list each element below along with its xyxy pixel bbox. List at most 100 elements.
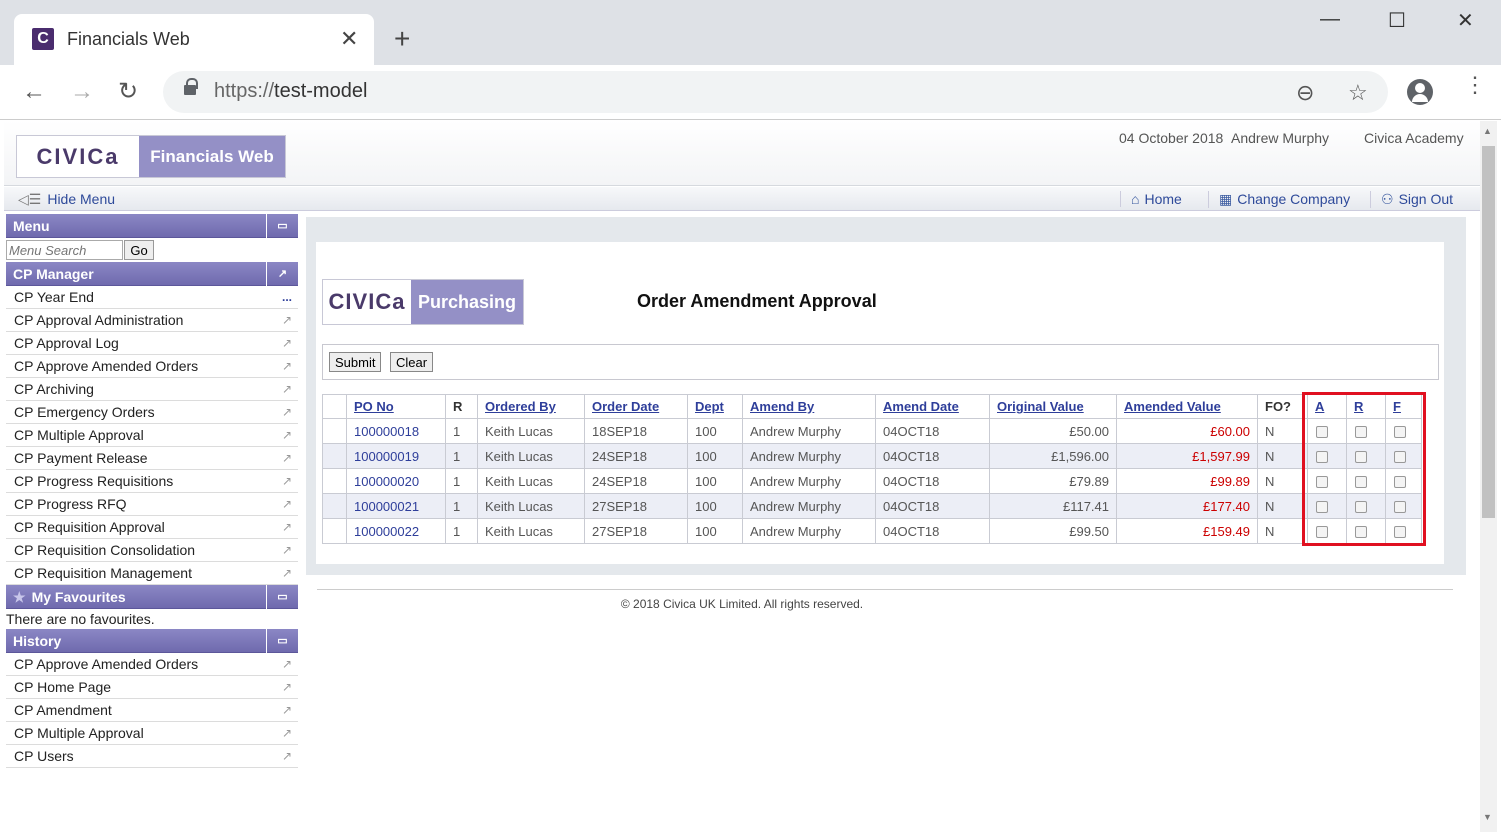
open-external-icon[interactable]: ↗ <box>282 699 292 721</box>
forward-checkbox[interactable] <box>1394 501 1406 514</box>
home-link[interactable]: ⌂ Home <box>1120 191 1182 207</box>
url-text[interactable]: https://test-model <box>214 80 367 103</box>
open-external-icon[interactable]: ↗ <box>282 539 292 561</box>
approve-checkbox[interactable] <box>1316 426 1328 439</box>
col-approve[interactable]: A <box>1307 394 1347 419</box>
cp-manager-header[interactable]: CP Manager ↗ <box>6 262 298 286</box>
open-external-icon[interactable]: ↗ <box>282 424 292 446</box>
history-item-cp-users[interactable]: CP Users ↗ <box>6 745 298 768</box>
approve-checkbox[interactable] <box>1316 451 1328 464</box>
open-external-icon[interactable]: ↗ <box>282 516 292 538</box>
forward-checkbox[interactable] <box>1394 476 1406 489</box>
clear-button[interactable]: Clear <box>390 352 434 372</box>
history-header[interactable]: History ▭ <box>6 629 298 653</box>
open-external-icon[interactable]: ↗ <box>282 676 292 698</box>
open-external-icon[interactable]: ↗ <box>282 401 292 423</box>
history-item-cp-multiple-approval[interactable]: CP Multiple Approval ↗ <box>6 722 298 745</box>
sidebar-item-cp-progress-requisitions[interactable]: CP Progress Requisitions ↗ <box>6 470 298 493</box>
sidebar-item-cp-requisition-consolidation[interactable]: CP Requisition Consolidation ↗ <box>6 539 298 562</box>
po-number-link[interactable]: 100000019 <box>346 443 446 469</box>
tab-close-icon[interactable]: ✕ <box>340 26 358 52</box>
forward-checkbox[interactable] <box>1394 451 1406 464</box>
col-reject[interactable]: R <box>1346 394 1386 419</box>
col-original-value[interactable]: Original Value <box>989 394 1117 419</box>
address-bar[interactable]: https://test-model ⊖ ☆ <box>163 71 1388 113</box>
sidebar-item-cp-year-end[interactable]: CP Year End... <box>6 286 298 309</box>
col-amend-date[interactable]: Amend Date <box>875 394 990 419</box>
minimize-icon[interactable]: — <box>1320 8 1340 31</box>
open-external-icon[interactable]: ↗ <box>282 653 292 675</box>
col-amend-by[interactable]: Amend By <box>742 394 876 419</box>
menu-search-go-button[interactable]: Go <box>124 240 154 260</box>
browser-tab[interactable]: C Financials Web ✕ <box>14 14 374 65</box>
history-item-cp-approve-amended-orders[interactable]: CP Approve Amended Orders ↗ <box>6 653 298 676</box>
forward-checkbox[interactable] <box>1394 426 1406 439</box>
sidebar-item-cp-progress-rfq[interactable]: CP Progress RFQ ↗ <box>6 493 298 516</box>
approve-checkbox[interactable] <box>1316 476 1328 489</box>
forward-icon[interactable]: → <box>70 79 94 105</box>
sign-out-link[interactable]: ⚇ Sign Out <box>1370 191 1453 208</box>
sidebar-item-cp-payment-release[interactable]: CP Payment Release ↗ <box>6 447 298 470</box>
col-ordered-by[interactable]: Ordered By <box>477 394 585 419</box>
open-external-icon[interactable]: ↗ <box>282 447 292 469</box>
scroll-up-icon[interactable]: ▲ <box>1483 126 1492 136</box>
col-dept[interactable]: Dept <box>687 394 743 419</box>
open-external-icon[interactable]: ↗ <box>282 470 292 492</box>
open-external-icon[interactable]: ↗ <box>282 332 292 354</box>
new-tab-icon[interactable]: + <box>394 24 410 54</box>
open-external-icon[interactable]: ↗ <box>282 745 292 767</box>
reject-checkbox[interactable] <box>1355 526 1367 539</box>
forward-checkbox[interactable] <box>1394 526 1406 539</box>
more-icon[interactable]: ... <box>282 286 292 308</box>
reload-icon[interactable]: ↻ <box>118 79 138 105</box>
collapse-panel-icon[interactable]: ▭ <box>266 214 298 238</box>
history-item-cp-home-page[interactable]: CP Home Page ↗ <box>6 676 298 699</box>
open-external-icon[interactable]: ↗ <box>282 562 292 584</box>
sidebar-item-cp-approve-amended-orders[interactable]: CP Approve Amended Orders ↗ <box>6 355 298 378</box>
collapse-panel-icon[interactable]: ▭ <box>266 629 298 653</box>
po-number-link[interactable]: 100000021 <box>346 493 446 519</box>
reject-checkbox[interactable] <box>1355 451 1367 464</box>
reject-checkbox[interactable] <box>1355 476 1367 489</box>
history-item-cp-amendment[interactable]: CP Amendment ↗ <box>6 699 298 722</box>
profile-avatar-icon[interactable] <box>1407 79 1433 105</box>
window-close-icon[interactable]: ✕ <box>1457 8 1474 33</box>
scroll-down-icon[interactable]: ▼ <box>1483 812 1492 822</box>
sidebar-item-cp-approval-administration[interactable]: CP Approval Administration ↗ <box>6 309 298 332</box>
reject-checkbox[interactable] <box>1355 501 1367 514</box>
sidebar-item-cp-multiple-approval[interactable]: CP Multiple Approval ↗ <box>6 424 298 447</box>
sidebar-item-cp-archiving[interactable]: CP Archiving ↗ <box>6 378 298 401</box>
po-number-link[interactable]: 100000022 <box>346 518 446 544</box>
folder-up-icon[interactable]: ↗ <box>266 262 298 286</box>
col-order-date[interactable]: Order Date <box>584 394 688 419</box>
open-external-icon[interactable]: ↗ <box>282 355 292 377</box>
po-number-link[interactable]: 100000018 <box>346 418 446 444</box>
sidebar-item-cp-emergency-orders[interactable]: CP Emergency Orders ↗ <box>6 401 298 424</box>
sidebar-item-cp-approval-log[interactable]: CP Approval Log ↗ <box>6 332 298 355</box>
sidebar-item-cp-requisition-management[interactable]: CP Requisition Management ↗ <box>6 562 298 585</box>
change-company-link[interactable]: ▦ Change Company <box>1208 191 1350 208</box>
bookmark-star-icon[interactable]: ☆ <box>1348 80 1368 106</box>
po-number-link[interactable]: 100000020 <box>346 468 446 494</box>
civica-financials-logo[interactable]: CIVICa Financials Web <box>16 135 286 178</box>
reject-checkbox[interactable] <box>1355 426 1367 439</box>
reject-cell <box>1346 493 1386 519</box>
open-external-icon[interactable]: ↗ <box>282 378 292 400</box>
back-icon[interactable]: ← <box>22 79 46 105</box>
open-external-icon[interactable]: ↗ <box>282 493 292 515</box>
open-external-icon[interactable]: ↗ <box>282 309 292 331</box>
maximize-icon[interactable]: ☐ <box>1388 8 1406 33</box>
scrollbar-thumb[interactable] <box>1482 146 1495 518</box>
col-amended-value[interactable]: Amended Value <box>1116 394 1258 419</box>
open-external-icon[interactable]: ↗ <box>282 722 292 744</box>
approve-checkbox[interactable] <box>1316 526 1328 539</box>
menu-search-input[interactable] <box>6 240 123 260</box>
col-forward[interactable]: F <box>1385 394 1422 419</box>
zoom-icon[interactable]: ⊖ <box>1296 80 1314 106</box>
approve-checkbox[interactable] <box>1316 501 1328 514</box>
browser-menu-icon[interactable]: ⋮ <box>1464 74 1486 96</box>
col-po-no[interactable]: PO No <box>346 394 446 419</box>
sidebar-item-cp-requisition-approval[interactable]: CP Requisition Approval ↗ <box>6 516 298 539</box>
hide-menu-link[interactable]: ◁☰ Hide Menu <box>18 191 115 208</box>
submit-button[interactable]: Submit <box>329 352 382 372</box>
